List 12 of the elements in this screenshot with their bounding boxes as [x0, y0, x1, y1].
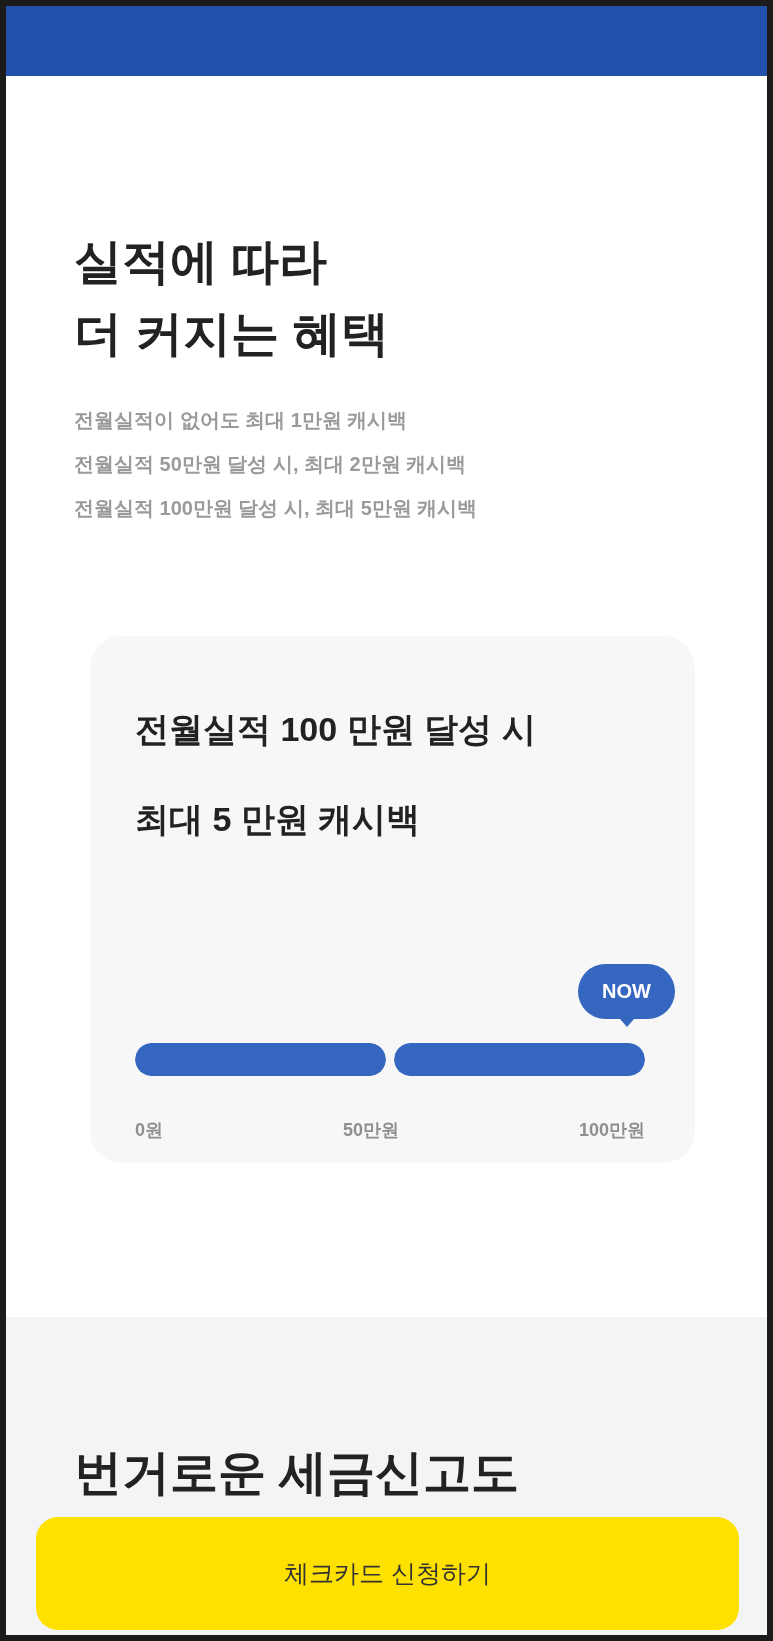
scale-label: 100만원 — [578, 1119, 645, 1142]
scale-label: 50만원 — [342, 1119, 399, 1142]
benefit-description: 전월실적이 없어도 최대 1만원 캐시백 — [74, 408, 409, 433]
benefit-description: 전월실적 50만원 달성 시, 최대 2만원 캐시백 — [74, 452, 468, 477]
apply-button[interactable]: 체크카드 신청하기 — [36, 1517, 739, 1630]
card-heading: 최대 5 만원 캐시백 — [135, 799, 422, 840]
now-tooltip: NOW — [578, 964, 675, 1027]
benefit-description: 전월실적 100만원 달성 시, 최대 5만원 캐시백 — [74, 496, 479, 521]
section-title: 번거로운 세금신고도 — [74, 1445, 521, 1501]
card-heading: 전월실적 100 만원 달성 시 — [135, 709, 537, 750]
scale-label: 0원 — [135, 1119, 163, 1142]
section-title: 실적에 따라 더 커지는 혜택 — [74, 234, 390, 362]
